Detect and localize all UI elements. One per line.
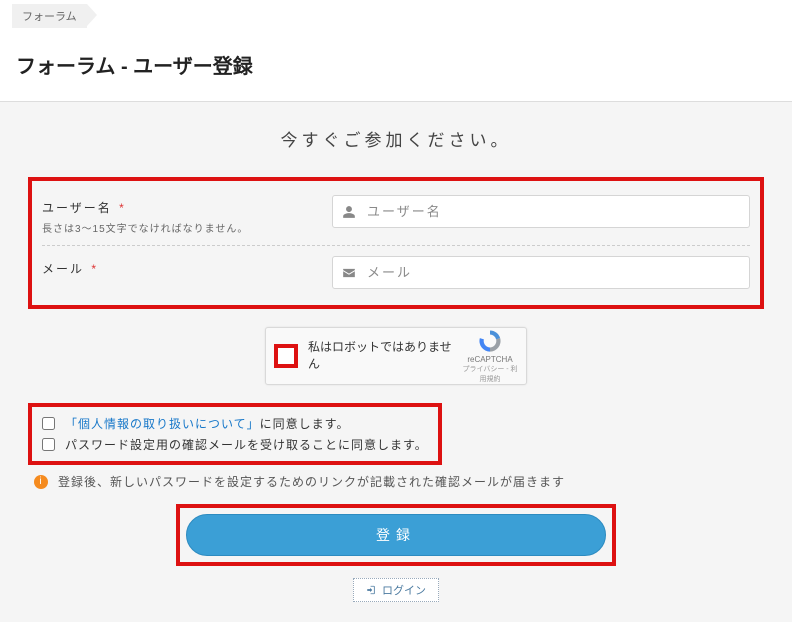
- login-icon: [366, 585, 376, 595]
- username-input[interactable]: [332, 195, 750, 228]
- registration-panel: 今すぐご参加ください。 ユーザー名 * 長さは3～15文字でなければなりません。…: [0, 101, 792, 622]
- recaptcha-terms: プライバシー - 利用規約: [462, 364, 518, 384]
- username-label: ユーザー名: [42, 201, 112, 215]
- required-mark: *: [119, 201, 126, 215]
- privacy-suffix: に同意します。: [260, 417, 350, 431]
- breadcrumb-label: フォーラム: [22, 11, 77, 23]
- recaptcha-label: 私はロボットではありません: [308, 339, 462, 373]
- consent-privacy-text: 「個人情報の取り扱いについて」に同意します。: [65, 415, 349, 432]
- email-label: メール: [42, 262, 84, 276]
- page-title: フォーラム - ユーザー登録: [0, 32, 792, 101]
- recaptcha-icon: [477, 328, 503, 354]
- username-label-wrap: ユーザー名 * 長さは3～15文字でなければなりません。: [42, 195, 332, 235]
- fields-highlight: ユーザー名 * 長さは3～15文字でなければなりません。 メール *: [28, 177, 764, 309]
- recaptcha-brand-block: reCAPTCHA プライバシー - 利用規約: [462, 328, 518, 384]
- user-icon: [342, 205, 356, 219]
- email-input[interactable]: [332, 256, 750, 289]
- consent-privacy-checkbox[interactable]: [42, 417, 55, 430]
- login-wrap: ログイン: [28, 578, 764, 602]
- consent-passwordmail-text: パスワード設定用の確認メールを受け取ることに同意します。: [65, 436, 428, 453]
- recaptcha-checkbox[interactable]: [274, 344, 298, 368]
- join-message: 今すぐご参加ください。: [28, 126, 764, 151]
- mail-icon: [342, 266, 356, 280]
- login-label: ログイン: [382, 582, 426, 598]
- captcha-row: 私はロボットではありません reCAPTCHA プライバシー - 利用規約: [28, 327, 764, 385]
- consent-passwordmail-row[interactable]: パスワード設定用の確認メールを受け取ることに同意します。: [42, 434, 428, 455]
- field-row-username: ユーザー名 * 長さは3～15文字でなければなりません。: [42, 185, 750, 245]
- email-label-wrap: メール *: [42, 256, 332, 277]
- privacy-policy-link[interactable]: 「個人情報の取り扱いについて」: [65, 417, 260, 431]
- register-button[interactable]: 登録: [186, 514, 606, 556]
- consent-privacy-row[interactable]: 「個人情報の取り扱いについて」に同意します。: [42, 413, 428, 434]
- field-row-email: メール *: [42, 245, 750, 299]
- submit-highlight: 登録: [176, 504, 616, 566]
- consent-highlight: 「個人情報の取り扱いについて」に同意します。 パスワード設定用の確認メールを受け…: [28, 403, 442, 465]
- username-input-wrap: [332, 195, 750, 228]
- breadcrumb: フォーラム: [0, 0, 792, 32]
- email-input-wrap: [332, 256, 750, 289]
- info-text: 登録後、新しいパスワードを設定するためのリンクが記載された確認メールが届きます: [58, 473, 565, 490]
- submit-wrap: 登録: [28, 504, 764, 566]
- recaptcha-box: 私はロボットではありません reCAPTCHA プライバシー - 利用規約: [265, 327, 527, 385]
- recaptcha-brand: reCAPTCHA: [467, 355, 512, 364]
- login-button[interactable]: ログイン: [353, 578, 439, 602]
- required-mark: *: [91, 262, 98, 276]
- consent-passwordmail-checkbox[interactable]: [42, 438, 55, 451]
- info-icon: i: [34, 475, 48, 489]
- info-row: i 登録後、新しいパスワードを設定するためのリンクが記載された確認メールが届きま…: [28, 469, 764, 504]
- username-help: 長さは3～15文字でなければなりません。: [42, 220, 332, 235]
- breadcrumb-item-forum[interactable]: フォーラム: [12, 4, 87, 28]
